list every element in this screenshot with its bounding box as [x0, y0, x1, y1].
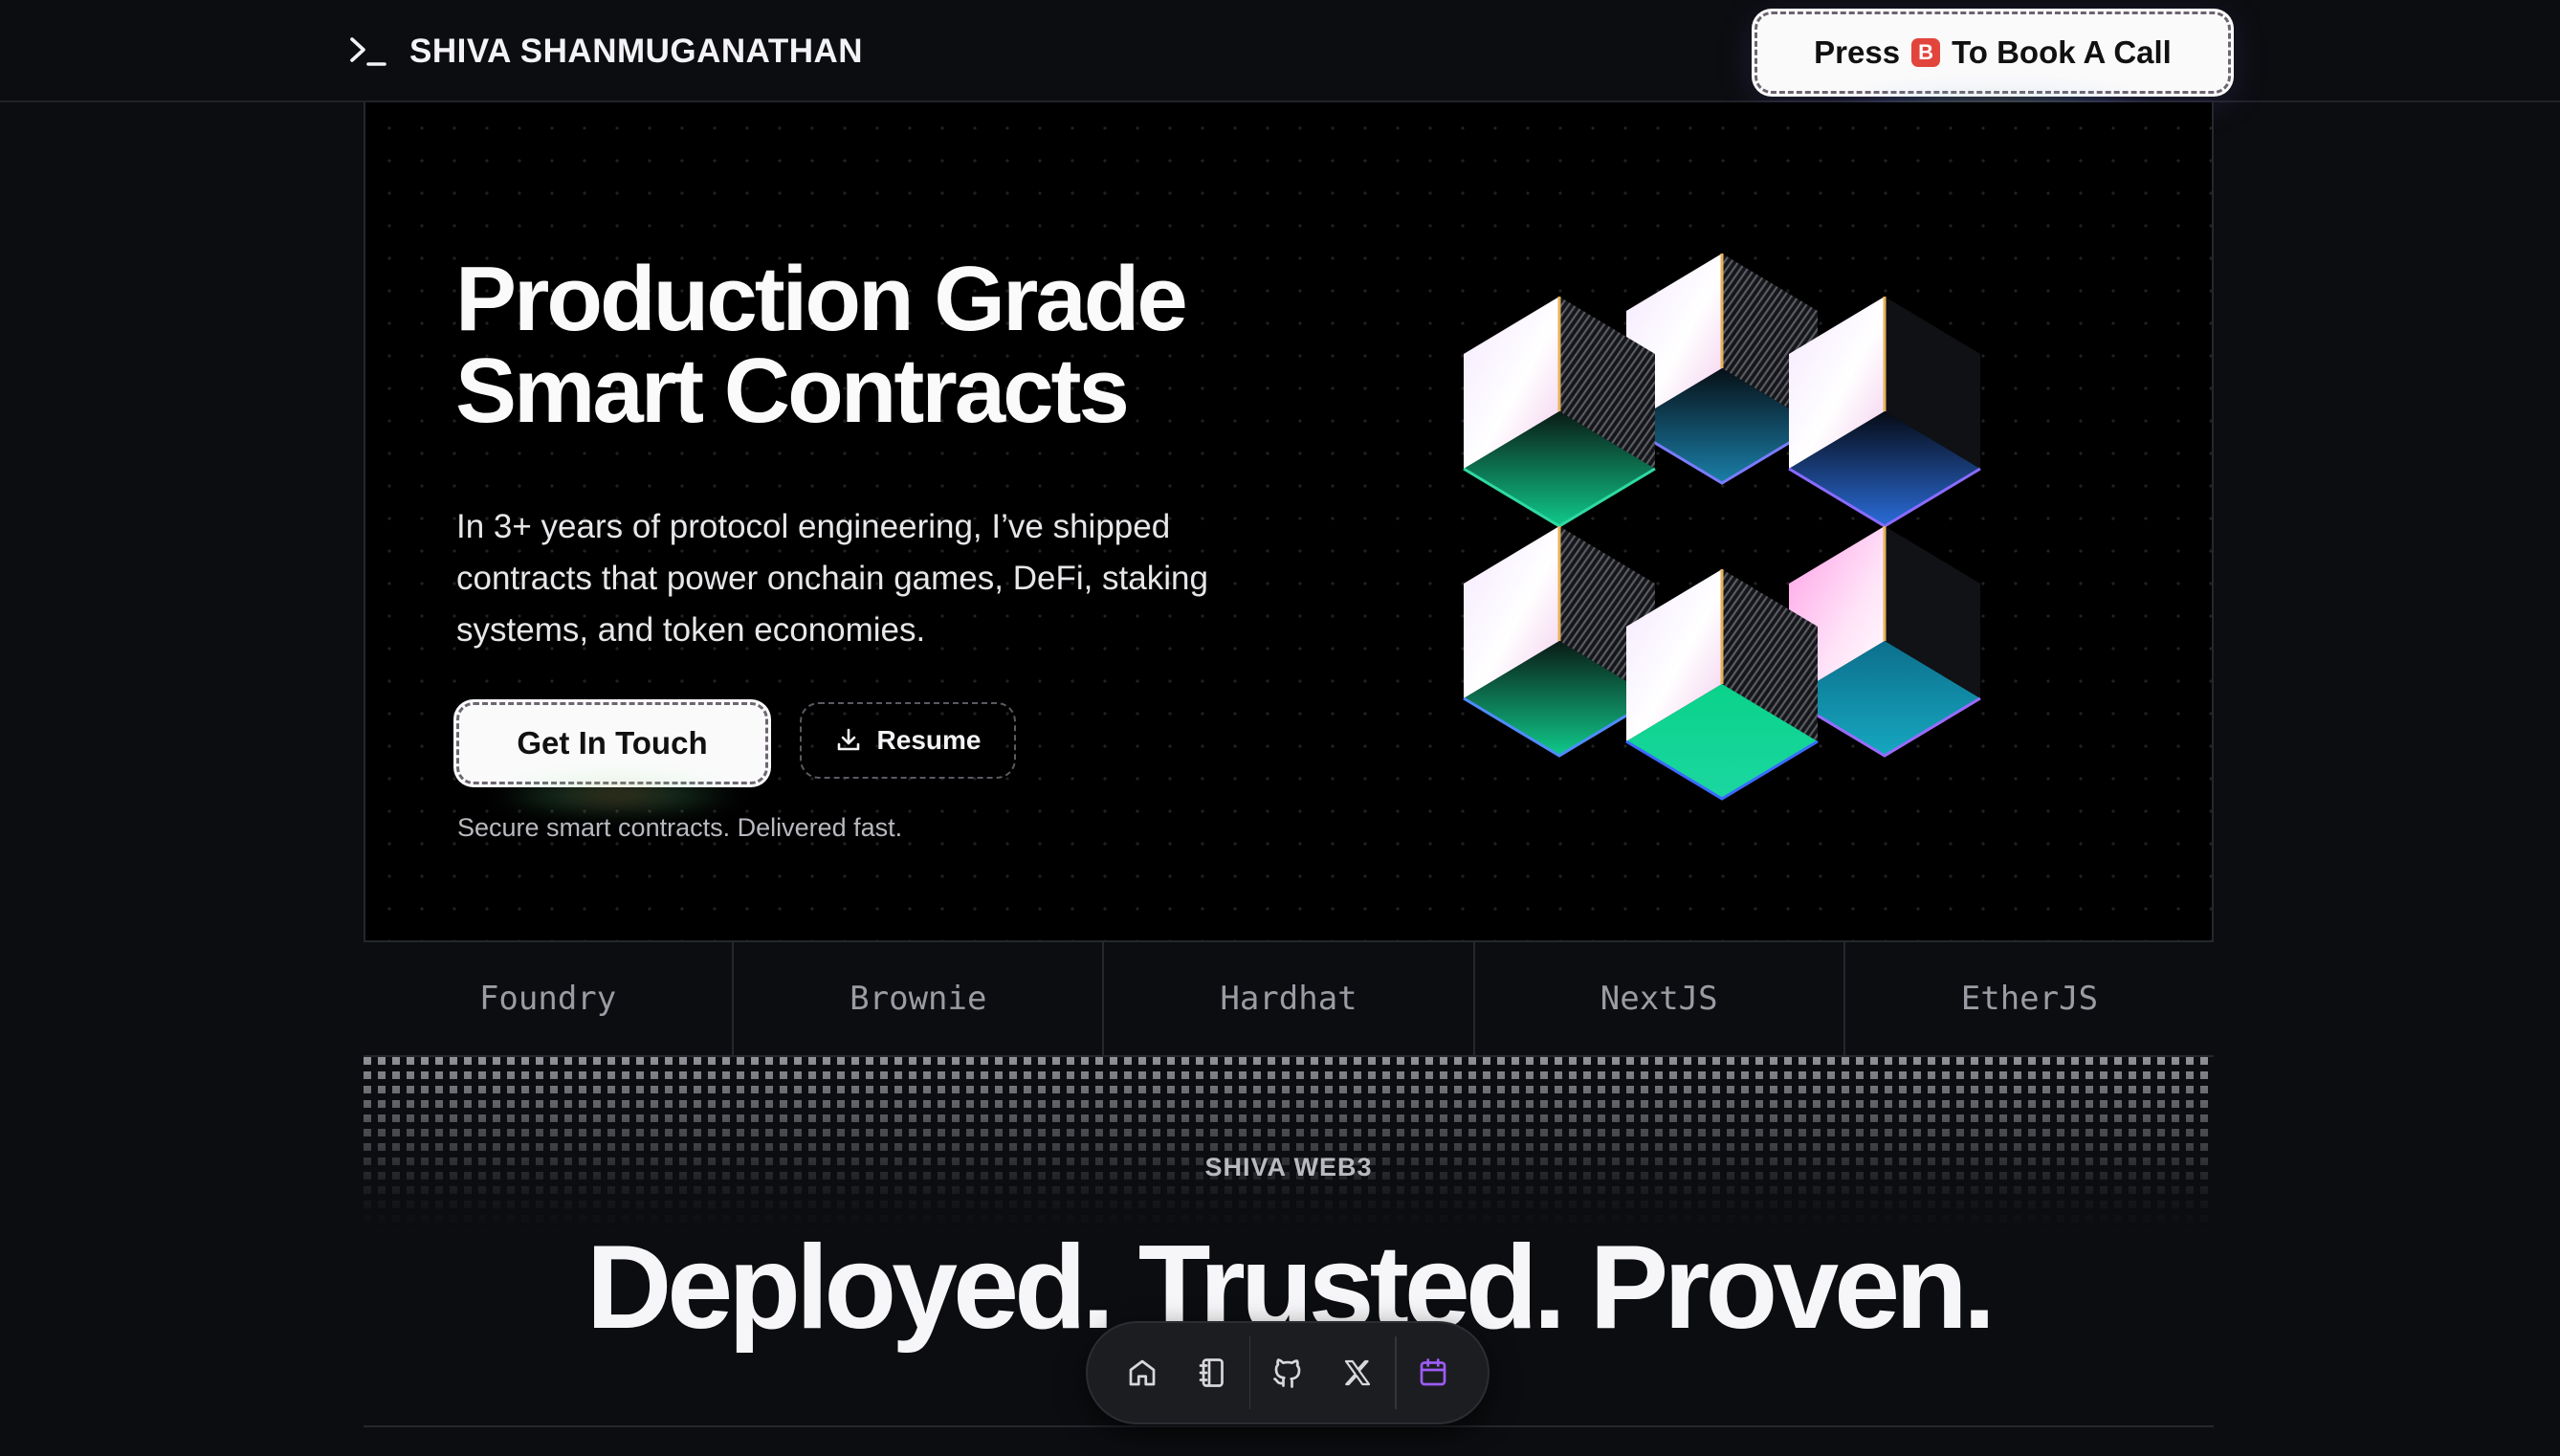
hero-headline: Production Grade Smart Contracts — [455, 254, 1316, 437]
book-call-label: To Book A Call — [1952, 34, 2172, 70]
x-icon — [1345, 1359, 1371, 1386]
dock-separator — [1394, 1336, 1397, 1409]
top-nav: SHIVA SHANMUGANATHAN Press B To Book A C… — [0, 0, 2560, 142]
tool-etherjs: EtherJS — [1960, 980, 2099, 1018]
divider — [364, 1425, 2214, 1427]
dock-github[interactable] — [1252, 1335, 1322, 1410]
dock-notebook[interactable] — [1177, 1335, 1247, 1410]
cubes-illustration — [1463, 254, 1981, 801]
terminal-prompt-icon — [350, 37, 386, 66]
home-icon — [1129, 1359, 1155, 1386]
dock-home[interactable] — [1107, 1335, 1177, 1410]
dock-x[interactable] — [1323, 1335, 1393, 1410]
github-icon — [1273, 1358, 1301, 1388]
book-call-button[interactable]: Press B To Book A Call — [1754, 11, 2231, 94]
resume-button[interactable]: Resume — [800, 702, 1016, 779]
dock-calendar[interactable] — [1399, 1335, 1468, 1410]
bottom-dock — [1086, 1321, 1490, 1424]
button-glow — [497, 775, 737, 815]
book-call-prefix: Press — [1814, 34, 1901, 70]
tool-hardhat: Hardhat — [1104, 942, 1475, 1055]
tools-strip: Foundry Brownie Hardhat NextJS EtherJS — [364, 940, 2214, 1057]
keyboard-b-icon: B — [1911, 38, 1941, 67]
brand-name: SHIVA SHANMUGANATHAN — [409, 33, 864, 70]
notebook-icon — [1199, 1358, 1224, 1387]
download-icon — [837, 728, 859, 751]
tool-brownie: Brownie — [734, 942, 1105, 1055]
section-eyebrow: SHIVA WEB3 — [1204, 1153, 1373, 1181]
dock-separator — [1248, 1336, 1251, 1409]
hero-intro: In 3+ years of protocol engineering, I’v… — [456, 508, 1208, 649]
resume-label: Resume — [876, 725, 982, 755]
get-in-touch-label: Get In Touch — [517, 725, 708, 761]
headline-line-1: Production Grade — [455, 248, 1188, 350]
calendar-icon — [1421, 1358, 1446, 1386]
get-in-touch-button[interactable]: Get In Touch — [456, 702, 768, 784]
tool-foundry: Foundry — [364, 942, 735, 1055]
hero-tagline: Secure smart contracts. Delivered fast. — [457, 813, 903, 842]
brand[interactable]: SHIVA SHANMUGANATHAN — [348, 31, 863, 73]
headline-line-2: Smart Contracts — [455, 340, 1130, 442]
tool-nextjs: NextJS — [1475, 942, 1845, 1055]
